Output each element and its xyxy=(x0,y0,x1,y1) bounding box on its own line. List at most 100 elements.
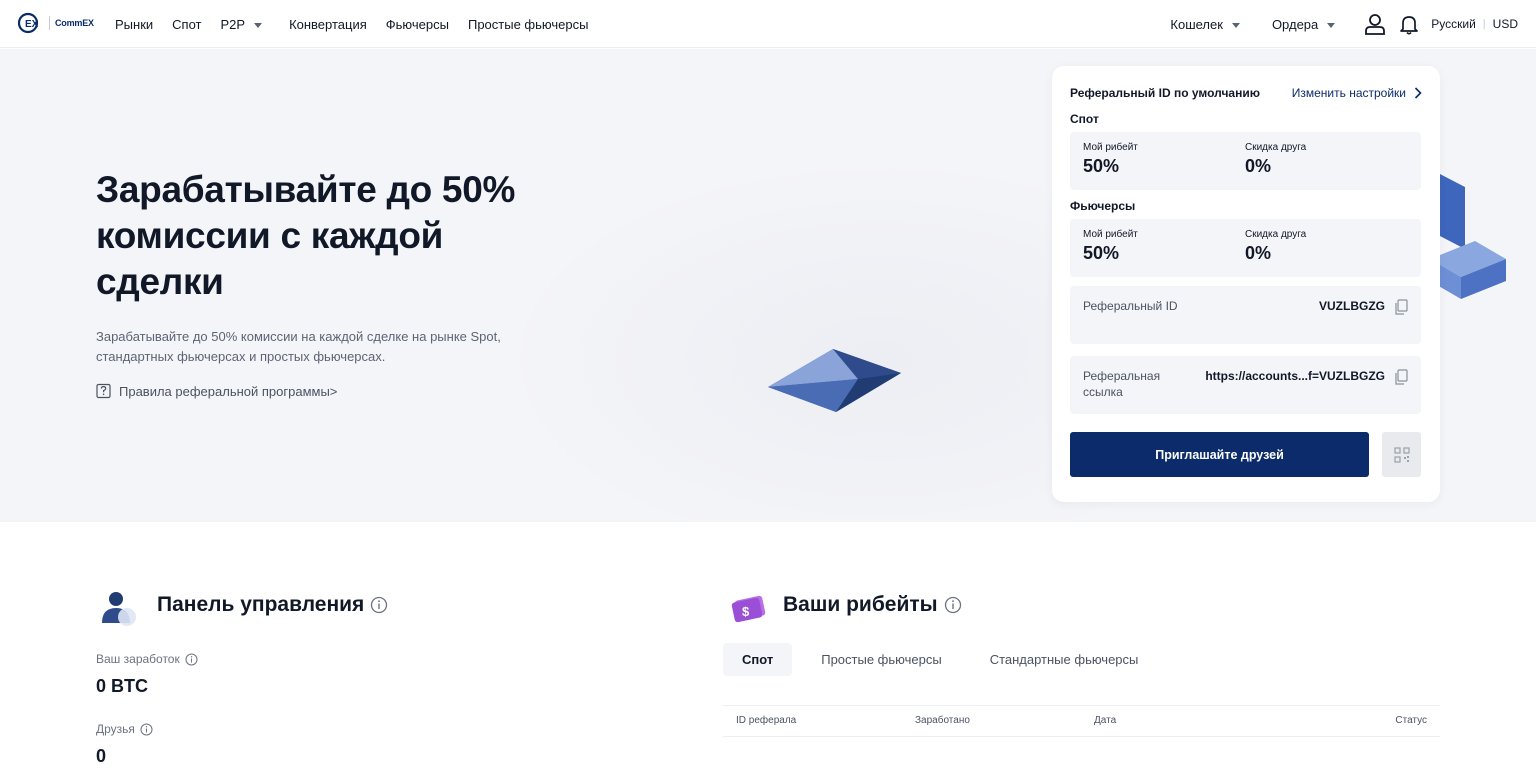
hero-section: Зарабатывайте до 50% комиссии с каждой с… xyxy=(0,49,1536,522)
referral-rules-link[interactable]: Правила реферальной программы> xyxy=(96,383,337,399)
nav-markets-label: Рынки xyxy=(115,16,154,32)
info-icon[interactable] xyxy=(944,596,962,614)
spot-my-rebate-value: 50% xyxy=(1083,156,1120,176)
futures-friend-discount-value: 0% xyxy=(1245,243,1272,263)
rebates-tabs: Спот Простые фьючерсы Стандартные фьючер… xyxy=(723,643,1167,676)
notifications-button[interactable] xyxy=(1397,12,1421,36)
futures-rebate-box: Мой рибейт 50% Скидка друга 0% xyxy=(1070,219,1421,277)
nav-p2p-label: P2P xyxy=(220,16,246,32)
earnings-value: 0 BTC xyxy=(96,676,149,696)
futures-my-rebate: Мой рибейт 50% xyxy=(1083,229,1138,264)
user-profile-button[interactable] xyxy=(1363,12,1387,36)
spot-friend-discount-value: 0% xyxy=(1245,156,1272,176)
info-icon[interactable] xyxy=(185,653,198,666)
commex-logo-mark-icon: EX xyxy=(18,12,39,34)
chevron-down-icon xyxy=(1231,22,1240,28)
referral-card-title: Реферальный ID по умолчанию xyxy=(1070,86,1260,100)
nav-orders-label: Ордера xyxy=(1271,16,1319,32)
spot-my-rebate: Мой рибейт 50% xyxy=(1083,142,1138,177)
nav-spot-label: Спот xyxy=(172,16,202,32)
copy-icon[interactable] xyxy=(1394,369,1408,385)
spot-my-rebate-label: Мой рибейт xyxy=(1083,142,1138,153)
chevron-down-icon xyxy=(1327,22,1336,28)
nav-simple-futures[interactable]: Простые фьючерсы xyxy=(468,17,588,32)
nav-spot[interactable]: Спот xyxy=(172,17,201,32)
commex-logo[interactable]: EX CommEX xyxy=(18,12,94,34)
nav-wallet-label: Кошелек xyxy=(1170,16,1223,32)
change-settings-link[interactable]: Изменить настройки xyxy=(1292,86,1422,100)
svg-text:EX: EX xyxy=(25,19,39,30)
spot-section-label: Спот xyxy=(1070,112,1099,126)
nav-p2p[interactable]: P2P xyxy=(220,16,263,32)
futures-my-rebate-label: Мой рибейт xyxy=(1083,229,1138,240)
dashboard-title: Панель управления xyxy=(157,593,388,617)
logo-divider xyxy=(49,16,50,30)
friends-label-text: Друзья xyxy=(96,722,135,736)
divider: | xyxy=(1482,18,1486,30)
rules-document-icon xyxy=(96,383,111,399)
svg-text:$: $ xyxy=(742,604,750,619)
language-currency-switcher[interactable]: Русский | USD xyxy=(1431,17,1518,31)
referral-id-value: VUZLBGZG xyxy=(1319,299,1385,313)
referral-rules-label: Правила реферальной программы> xyxy=(119,383,338,399)
spot-friend-discount: Скидка друга 0% xyxy=(1245,142,1306,177)
spot-friend-discount-label: Скидка друга xyxy=(1245,142,1307,153)
column-status: Статус xyxy=(1395,715,1427,726)
dashboard-title-label: Панель управления xyxy=(157,593,365,616)
earnings-label: Ваш заработок xyxy=(96,652,198,666)
nav-wallet[interactable]: Кошелек xyxy=(1170,17,1240,32)
nav-futures-label: Фьючерсы xyxy=(385,16,449,32)
nav-futures[interactable]: Фьючерсы xyxy=(386,17,449,32)
currency-label: USD xyxy=(1492,17,1518,31)
bell-icon xyxy=(1400,16,1419,35)
crystal-illustration xyxy=(768,349,901,412)
nav-convert[interactable]: Конвертация xyxy=(289,17,367,32)
futures-friend-discount: Скидка друга 0% xyxy=(1245,229,1306,264)
main-nav: Рынки Спот P2P Конвертация Фьючерсы Прос… xyxy=(115,0,607,48)
hero-title: Зарабатывайте до 50% комиссии с каждой с… xyxy=(96,169,516,302)
referral-link-value: https://accounts...f=VUZLBGZG xyxy=(1205,369,1385,383)
nav-simple-futures-label: Простые фьючерсы xyxy=(467,16,589,32)
money-ticket-icon: $ xyxy=(731,595,766,623)
friends-value: 0 xyxy=(96,746,107,766)
logo-text: CommEX xyxy=(55,18,94,28)
rebates-table-header: ID реферала Заработано Дата Статус xyxy=(723,705,1440,737)
friends-label: Друзья xyxy=(96,722,153,736)
copy-icon[interactable] xyxy=(1394,299,1408,315)
qr-code-button[interactable] xyxy=(1382,432,1421,477)
futures-my-rebate-value: 50% xyxy=(1083,243,1120,263)
nav-markets[interactable]: Рынки xyxy=(115,17,153,32)
invite-friends-button[interactable]: Приглашайте друзей xyxy=(1070,432,1369,477)
change-settings-label: Изменить настройки xyxy=(1291,86,1406,100)
referral-link-row: Реферальная ссылка https://accounts...f=… xyxy=(1070,356,1421,414)
futures-section-label: Фьючерсы xyxy=(1070,199,1136,213)
referral-id-label: Реферальный ID xyxy=(1083,299,1178,313)
futures-friend-discount-label: Скидка друга xyxy=(1245,229,1307,240)
column-referral-id: ID реферала xyxy=(736,715,797,726)
user-dashboard-icon xyxy=(102,592,136,626)
tab-standard-futures[interactable]: Стандартные фьючерсы xyxy=(971,643,1158,676)
column-earned: Заработано xyxy=(915,715,970,726)
referral-card: Реферальный ID по умолчанию Изменить нас… xyxy=(1052,66,1440,502)
blocks-illustration xyxy=(1430,173,1506,299)
user-icon xyxy=(1365,14,1386,35)
chevron-down-icon xyxy=(254,22,263,28)
user-nav: Кошелек Ордера Русский | USD xyxy=(1170,0,1518,48)
referral-id-row: Реферальный ID VUZLBGZG xyxy=(1070,286,1421,344)
rebates-title-label: Ваши рибейты xyxy=(783,593,938,616)
info-icon[interactable] xyxy=(370,596,388,614)
nav-convert-label: Конвертация xyxy=(289,16,367,32)
spot-rebate-box: Мой рибейт 50% Скидка друга 0% xyxy=(1070,132,1421,190)
info-icon[interactable] xyxy=(140,723,153,736)
chevron-right-icon xyxy=(1414,87,1422,99)
qr-code-icon xyxy=(1393,446,1410,463)
referral-link-label: Реферальная ссылка xyxy=(1083,369,1161,399)
tab-simple-futures[interactable]: Простые фьючерсы xyxy=(802,643,960,676)
referral-card-header: Реферальный ID по умолчанию Изменить нас… xyxy=(1070,86,1422,100)
column-date: Дата xyxy=(1094,715,1117,726)
nav-orders[interactable]: Ордера xyxy=(1271,16,1336,32)
rebates-title: Ваши рибейты xyxy=(783,593,962,617)
language-label: Русский xyxy=(1431,17,1476,31)
tab-spot[interactable]: Спот xyxy=(723,643,793,676)
hero-subtitle: Зарабатывайте до 50% комиссии на каждой … xyxy=(96,329,501,364)
